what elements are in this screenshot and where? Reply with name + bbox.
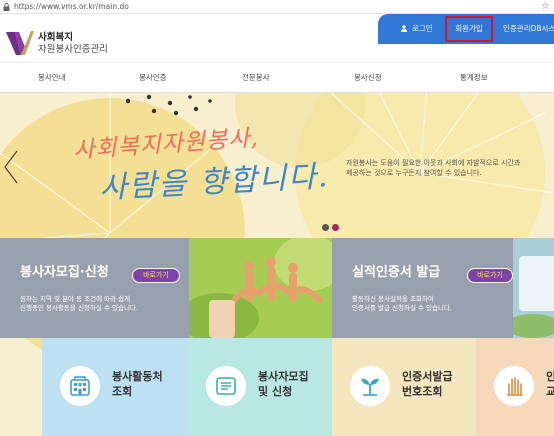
- tile-certificate-number-lookup-line2: 번호조회: [402, 385, 443, 398]
- logo-icon[interactable]: [4, 28, 34, 58]
- recruit-card-desc: 원하는 지역 및 분야 등 조건에 따라 쉽게 진행중인 봉사활동을 신청하실 …: [20, 295, 138, 312]
- hero-banner: 사회복지자원봉사, 사람을 향합니다. 자원봉사는 도움이 필요한 이웃과 사회…: [0, 93, 554, 436]
- hero-description-line1: 자원봉사는 도움이 필요한 이웃과 사회에 자발적으로 시간과: [346, 159, 521, 167]
- cert-db-link[interactable]: 인증관리DB시스: [503, 24, 554, 34]
- tile-icon-circle: [60, 366, 100, 406]
- login-link[interactable]: 로그인: [401, 24, 433, 34]
- volunteers-holding-hands-illustration: [189, 238, 332, 338]
- login-label: 로그인: [412, 24, 433, 33]
- tile-icon-circle: [206, 366, 246, 406]
- hero-description-line2: 제공하는 것으로 누구든지 참여할 수 있습니다.: [346, 169, 482, 177]
- tile-education-line2: 교: [546, 385, 554, 398]
- hero-description: 자원봉사는 도움이 필요한 이웃과 사회에 자발적으로 시간과 제공하는 것으로…: [346, 158, 554, 178]
- bookmark-star-icon[interactable]: ☆: [541, 1, 550, 13]
- tile-recruit-apply-line1: 봉사자모집: [258, 370, 309, 383]
- recruit-card-title: 봉사자모집·신청: [20, 265, 109, 280]
- tile-recruit-apply[interactable]: 봉사자모집 및 신청: [188, 338, 332, 436]
- recruit-go-button[interactable]: 바로가기: [132, 268, 180, 283]
- document-icon: [216, 377, 236, 395]
- slider-dot-1[interactable]: [322, 224, 329, 231]
- browser-address-bar[interactable]: https://www.vms.or.kr/main.do ☆: [0, 0, 554, 14]
- nav-item-statistics[interactable]: 통계정보: [460, 73, 488, 83]
- certificate-card-image: [513, 238, 554, 338]
- tile-icon-circle: [350, 366, 390, 406]
- recruit-card-image: [189, 238, 332, 338]
- certificate-card-desc: 활동하신 봉사실적을 조회하여 인증서를 발급 신청하실 수 있습니다.: [352, 295, 452, 312]
- logo-title[interactable]: 사회복지: [38, 32, 73, 43]
- tile-education[interactable]: 인 교: [476, 338, 554, 436]
- nav-item-guide[interactable]: 봉사안내: [38, 73, 66, 83]
- join-button[interactable]: 회원가입: [445, 16, 493, 42]
- person-icon: [401, 25, 407, 32]
- main-nav: 봉사안내 봉사인증 전문봉사 봉사신청 통계정보: [0, 62, 554, 93]
- tile-certificate-number-lookup-line1: 인증서발급: [402, 370, 453, 383]
- hand-icon: [507, 377, 523, 396]
- recruit-card[interactable]: 봉사자모집·신청 바로가기 원하는 지역 및 분야 등 조건에 따라 쉽게 진행…: [0, 238, 189, 338]
- lock-icon: [3, 3, 10, 11]
- nav-item-apply[interactable]: 봉사신청: [354, 73, 382, 83]
- tile-recruit-apply-label: 봉사자모집 및 신청: [258, 369, 309, 399]
- slider-dot-2-active[interactable]: [332, 224, 339, 231]
- recruit-card-desc-line2: 진행중인 봉사활동을 신청하실 수 있습니다.: [20, 303, 138, 312]
- tile-volunteer-site-lookup-label: 봉사활동처 조회: [112, 369, 163, 399]
- certificate-card-title: 실적인증서 발급: [352, 265, 441, 280]
- nav-item-certification[interactable]: 봉사인증: [139, 73, 167, 83]
- sprout-icon: [361, 378, 379, 396]
- tile-education-label: 인 교: [546, 369, 554, 399]
- nav-item-expert[interactable]: 전문봉사: [242, 73, 270, 83]
- tile-recruit-apply-line2: 및 신청: [258, 385, 293, 398]
- tile-certificate-number-lookup-label: 인증서발급 번호조회: [402, 369, 453, 399]
- building-icon: [70, 376, 90, 396]
- tile-volunteer-site-lookup[interactable]: 봉사활동처 조회: [42, 338, 188, 436]
- tile-volunteer-site-lookup-line1: 봉사활동처: [112, 370, 163, 383]
- tile-education-line1: 인: [546, 370, 554, 383]
- certificate-illustration: [513, 238, 554, 338]
- recruit-card-desc-line1: 원하는 지역 및 분야 등 조건에 따라 쉽게: [20, 295, 131, 303]
- certificate-card-desc-line2: 인증서를 발급 신청하실 수 있습니다.: [352, 303, 453, 312]
- tile-certificate-number-lookup[interactable]: 인증서발급 번호조회: [332, 338, 476, 436]
- certificate-go-button[interactable]: 바로가기: [467, 268, 513, 283]
- tile-icon-circle: [494, 366, 534, 406]
- url-text[interactable]: https://www.vms.or.kr/main.do: [14, 2, 129, 12]
- certificate-card-desc-line1: 활동하신 봉사실적을 조회하여: [352, 295, 434, 303]
- logo-subtitle[interactable]: 자원봉사인증관리: [38, 44, 108, 55]
- prev-slide-arrow-icon[interactable]: [3, 150, 19, 184]
- tile-volunteer-site-lookup-line2: 조회: [112, 385, 133, 398]
